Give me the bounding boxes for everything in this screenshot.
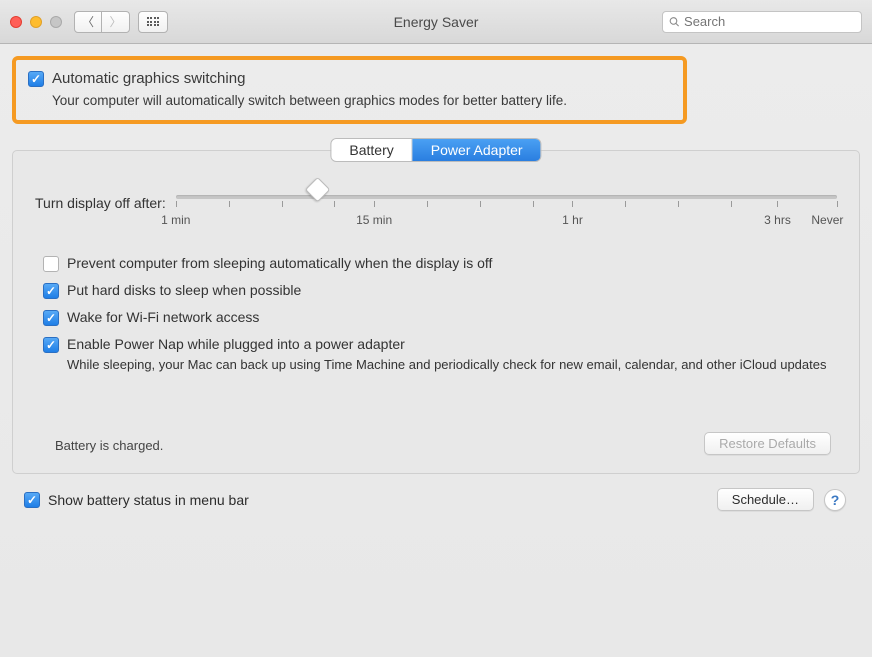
option-wake-wifi: Wake for Wi-Fi network access (43, 309, 837, 326)
display-off-slider[interactable]: 1 min 15 min 1 hr 3 hrs Never (176, 195, 837, 229)
power-nap-label: Enable Power Nap while plugged into a po… (67, 336, 405, 352)
wake-wifi-checkbox[interactable] (43, 310, 59, 326)
content-area: Automatic graphics switching Your comput… (0, 44, 872, 657)
option-power-nap: Enable Power Nap while plugged into a po… (43, 336, 837, 372)
hard-disks-label: Put hard disks to sleep when possible (67, 282, 301, 298)
chevron-right-icon: 〉 (109, 13, 121, 30)
back-button[interactable]: 〈 (74, 11, 102, 33)
menubar-status-checkbox[interactable] (24, 492, 40, 508)
menubar-status-label: Show battery status in menu bar (48, 492, 249, 508)
search-field[interactable] (662, 11, 862, 33)
slider-ticks (176, 201, 837, 209)
help-icon: ? (831, 492, 840, 508)
tick-1min: 1 min (161, 213, 190, 227)
tick-1hr: 1 hr (562, 213, 583, 227)
display-off-label: Turn display off after: (35, 195, 166, 211)
power-nap-description: While sleeping, your Mac can back up usi… (67, 357, 837, 372)
help-button[interactable]: ? (824, 489, 846, 511)
prevent-sleep-label: Prevent computer from sleeping automatic… (67, 255, 492, 271)
toolbar: 〈 〉 Energy Saver (0, 0, 872, 44)
option-prevent-sleep: Prevent computer from sleeping automatic… (43, 255, 837, 272)
slider-thumb[interactable] (305, 177, 330, 202)
search-input[interactable] (684, 14, 855, 29)
option-hard-disks: Put hard disks to sleep when possible (43, 282, 837, 299)
settings-panel: Battery Power Adapter Turn display off a… (12, 150, 860, 474)
auto-graphics-description: Your computer will automatically switch … (52, 93, 671, 108)
hard-disks-checkbox[interactable] (43, 283, 59, 299)
auto-graphics-checkbox[interactable] (28, 71, 44, 87)
auto-graphics-section: Automatic graphics switching Your comput… (12, 56, 687, 124)
tab-battery[interactable]: Battery (331, 139, 412, 161)
prefs-window: 〈 〉 Energy Saver Automatic graphics swit… (0, 0, 872, 657)
tab-power-adapter[interactable]: Power Adapter (413, 139, 541, 161)
prevent-sleep-checkbox[interactable] (43, 256, 59, 272)
minimize-icon[interactable] (30, 16, 42, 28)
restore-defaults-button[interactable]: Restore Defaults (704, 432, 831, 455)
battery-status: Battery is charged. (55, 438, 163, 453)
tick-3hrs: 3 hrs (764, 213, 791, 227)
chevron-left-icon: 〈 (82, 13, 94, 30)
grid-icon (147, 17, 160, 26)
close-icon[interactable] (10, 16, 22, 28)
wake-wifi-label: Wake for Wi-Fi network access (67, 309, 259, 325)
forward-button: 〉 (102, 11, 130, 33)
tick-15min: 15 min (356, 213, 392, 227)
show-all-button[interactable] (138, 11, 168, 33)
tick-never: Never (811, 213, 843, 227)
zoom-icon (50, 16, 62, 28)
schedule-button[interactable]: Schedule… (717, 488, 814, 511)
auto-graphics-label: Automatic graphics switching (52, 70, 245, 87)
search-icon (669, 16, 680, 28)
power-nap-checkbox[interactable] (43, 337, 59, 353)
